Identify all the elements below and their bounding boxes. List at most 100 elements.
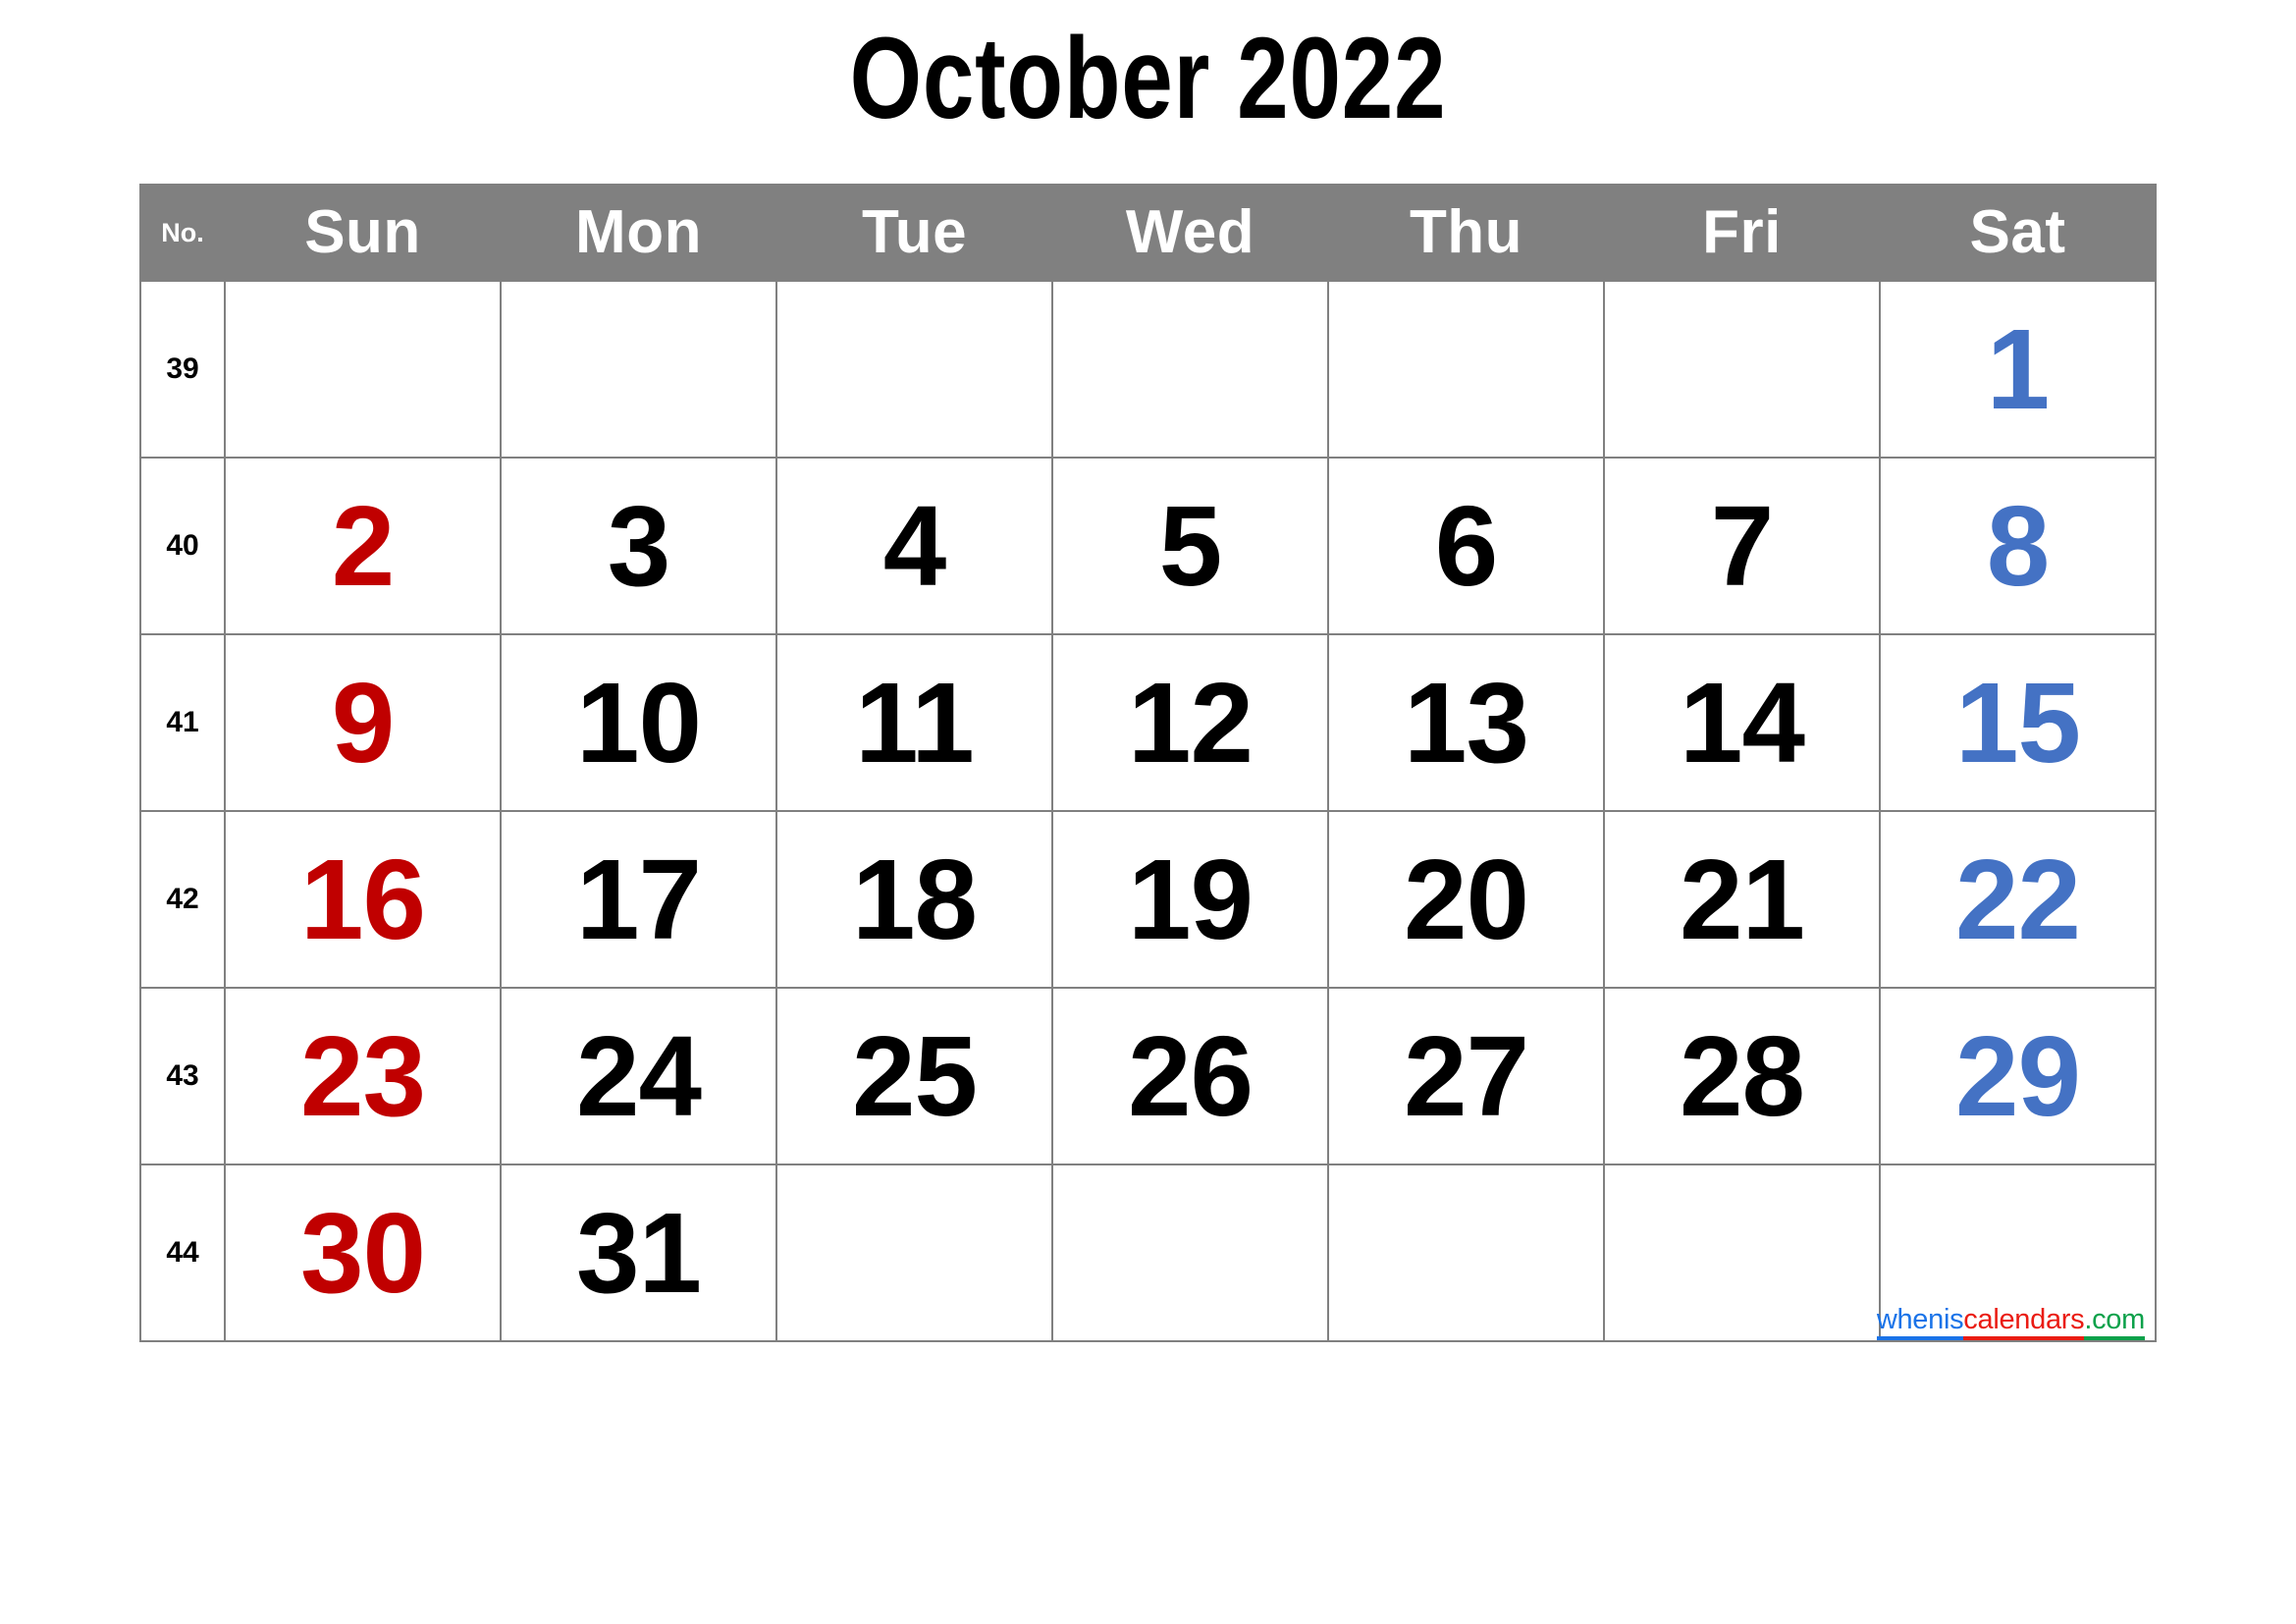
weekday-header-sun: Sun bbox=[224, 184, 502, 282]
day-number: 27 bbox=[1403, 1012, 1529, 1140]
day-number: 21 bbox=[1679, 836, 1805, 963]
day-cell-sun[interactable]: 9 bbox=[224, 633, 502, 812]
day-number: 1 bbox=[1986, 305, 2051, 433]
page-title: October 2022 bbox=[849, 14, 1447, 143]
day-number: 22 bbox=[1954, 836, 2081, 963]
day-cell-sat[interactable]: 15 bbox=[1879, 633, 2157, 812]
day-number: 25 bbox=[851, 1012, 978, 1140]
day-cell-thu[interactable]: 27 bbox=[1327, 987, 1605, 1165]
day-cell-tue[interactable]: 11 bbox=[775, 633, 1053, 812]
day-number: 23 bbox=[299, 1012, 426, 1140]
day-number: 18 bbox=[851, 836, 978, 963]
week-row: 41 9 10 11 12 13 14 15 bbox=[139, 633, 2157, 812]
day-cell-sun[interactable]: 23 bbox=[224, 987, 502, 1165]
week-row: 43 23 24 25 26 27 28 29 bbox=[139, 987, 2157, 1165]
day-cell-tue[interactable] bbox=[775, 1164, 1053, 1342]
day-cell-thu[interactable]: 20 bbox=[1327, 810, 1605, 989]
weekday-header-wed: Wed bbox=[1051, 184, 1329, 282]
weeks-body: 39 1 40 2 3 4 5 6 7 8 41 9 10 11 12 13 14 15 42 16 17 18 19 20 2… bbox=[139, 280, 2157, 1342]
day-number: 24 bbox=[575, 1012, 702, 1140]
week-row: 44 30 31 wheniscalendars.com bbox=[139, 1164, 2157, 1342]
day-cell-thu[interactable] bbox=[1327, 1164, 1605, 1342]
day-cell-sun[interactable] bbox=[224, 280, 502, 459]
day-number: 6 bbox=[1434, 482, 1499, 610]
day-cell-wed[interactable]: 26 bbox=[1051, 987, 1329, 1165]
day-cell-tue[interactable] bbox=[775, 280, 1053, 459]
day-number: 10 bbox=[575, 659, 702, 786]
week-number-cell: 40 bbox=[139, 457, 226, 635]
day-cell-sat[interactable]: 29 bbox=[1879, 987, 2157, 1165]
week-row: 40 2 3 4 5 6 7 8 bbox=[139, 457, 2157, 635]
day-cell-thu[interactable] bbox=[1327, 280, 1605, 459]
day-cell-fri[interactable]: 28 bbox=[1603, 987, 1881, 1165]
day-cell-sun[interactable]: 2 bbox=[224, 457, 502, 635]
day-cell-sat[interactable]: 22 bbox=[1879, 810, 2157, 989]
week-row: 39 1 bbox=[139, 280, 2157, 459]
day-cell-fri[interactable]: 14 bbox=[1603, 633, 1881, 812]
day-cell-mon[interactable]: 24 bbox=[500, 987, 777, 1165]
day-number: 4 bbox=[882, 482, 947, 610]
site-watermark[interactable]: wheniscalendars.com bbox=[1876, 1303, 2145, 1340]
week-row: 42 16 17 18 19 20 21 22 bbox=[139, 810, 2157, 989]
day-number: 15 bbox=[1954, 659, 2081, 786]
month-grid: No. Sun Mon Tue Wed Thu Fri Sat 39 1 40 2 3 4… bbox=[139, 184, 2157, 1342]
day-cell-wed[interactable] bbox=[1051, 280, 1329, 459]
weekday-header-sat: Sat bbox=[1879, 184, 2157, 282]
day-number: 9 bbox=[331, 659, 396, 786]
day-cell-thu[interactable]: 13 bbox=[1327, 633, 1605, 812]
weekday-header-mon: Mon bbox=[500, 184, 777, 282]
day-cell-fri[interactable]: 21 bbox=[1603, 810, 1881, 989]
day-number: 5 bbox=[1158, 482, 1223, 610]
day-cell-tue[interactable]: 25 bbox=[775, 987, 1053, 1165]
day-cell-sat[interactable]: wheniscalendars.com bbox=[1876, 1164, 2157, 1342]
day-number: 19 bbox=[1127, 836, 1254, 963]
weekday-header-row: No. Sun Mon Tue Wed Thu Fri Sat bbox=[139, 184, 2157, 282]
week-number-cell: 41 bbox=[139, 633, 226, 812]
day-cell-wed[interactable]: 12 bbox=[1051, 633, 1329, 812]
day-number: 29 bbox=[1954, 1012, 2081, 1140]
day-cell-sat[interactable]: 8 bbox=[1879, 457, 2157, 635]
day-cell-fri[interactable] bbox=[1603, 1164, 1881, 1342]
day-number: 16 bbox=[299, 836, 426, 963]
day-cell-mon[interactable]: 17 bbox=[500, 810, 777, 989]
day-cell-sun[interactable]: 30 bbox=[224, 1164, 502, 1342]
day-number: 20 bbox=[1403, 836, 1529, 963]
day-cell-mon[interactable]: 31 bbox=[500, 1164, 777, 1342]
day-number: 14 bbox=[1679, 659, 1805, 786]
day-number: 8 bbox=[1986, 482, 2051, 610]
day-cell-tue[interactable]: 18 bbox=[775, 810, 1053, 989]
day-number: 17 bbox=[575, 836, 702, 963]
watermark-part-calendars: calendars bbox=[1963, 1303, 2085, 1340]
day-cell-fri[interactable] bbox=[1603, 280, 1881, 459]
week-number-column-header: No. bbox=[139, 184, 226, 282]
day-cell-sat[interactable]: 1 bbox=[1879, 280, 2157, 459]
day-number: 7 bbox=[1710, 482, 1775, 610]
day-cell-sun[interactable]: 16 bbox=[224, 810, 502, 989]
week-number-cell: 44 bbox=[139, 1164, 226, 1342]
watermark-part-whenis: whenis bbox=[1876, 1303, 1964, 1340]
calendar-page: October 2022 No. Sun Mon Tue Wed Thu Fri… bbox=[0, 0, 2296, 1624]
day-cell-wed[interactable]: 5 bbox=[1051, 457, 1329, 635]
day-cell-wed[interactable]: 19 bbox=[1051, 810, 1329, 989]
watermark-part-com: .com bbox=[2084, 1303, 2145, 1340]
day-number: 28 bbox=[1679, 1012, 1805, 1140]
weekday-header-tue: Tue bbox=[775, 184, 1053, 282]
day-cell-mon[interactable] bbox=[500, 280, 777, 459]
day-number: 13 bbox=[1403, 659, 1529, 786]
day-number: 31 bbox=[575, 1189, 702, 1317]
day-cell-thu[interactable]: 6 bbox=[1327, 457, 1605, 635]
weekday-header-fri: Fri bbox=[1603, 184, 1881, 282]
day-number: 3 bbox=[607, 482, 671, 610]
day-cell-fri[interactable]: 7 bbox=[1603, 457, 1881, 635]
week-number-cell: 43 bbox=[139, 987, 226, 1165]
day-number: 11 bbox=[855, 659, 975, 786]
week-number-cell: 39 bbox=[139, 280, 226, 459]
day-number: 2 bbox=[331, 482, 396, 610]
day-number: 26 bbox=[1127, 1012, 1254, 1140]
day-cell-wed[interactable] bbox=[1051, 1164, 1329, 1342]
day-cell-mon[interactable]: 10 bbox=[500, 633, 777, 812]
day-cell-mon[interactable]: 3 bbox=[500, 457, 777, 635]
day-cell-tue[interactable]: 4 bbox=[775, 457, 1053, 635]
week-number-cell: 42 bbox=[139, 810, 226, 989]
weekday-header-thu: Thu bbox=[1327, 184, 1605, 282]
